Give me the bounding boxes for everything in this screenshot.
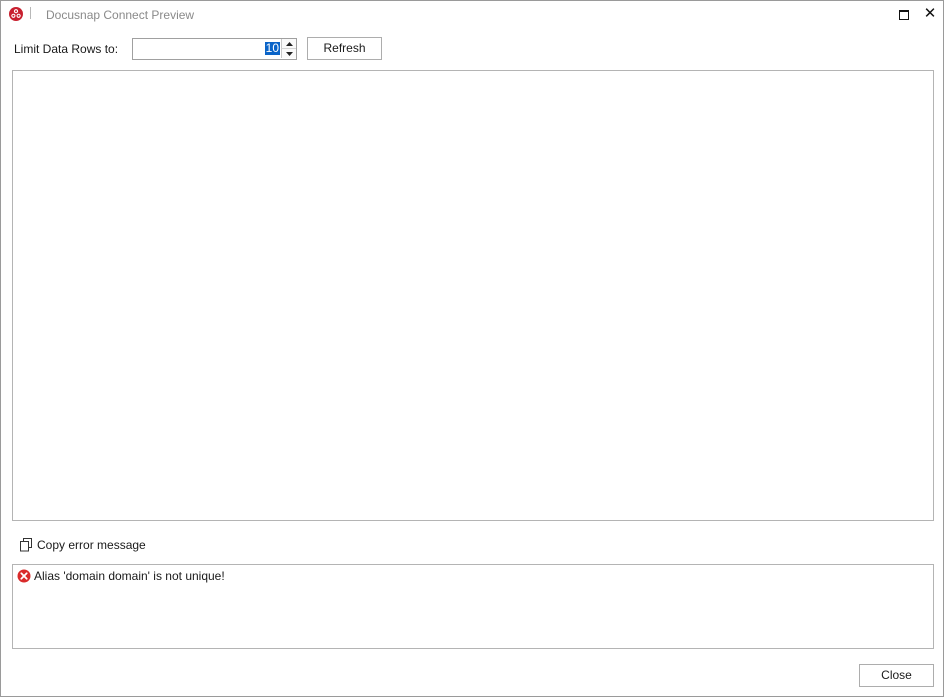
- maximize-icon: [899, 10, 909, 20]
- preview-window: Docusnap Connect Preview ✕ Limit Data Ro…: [0, 0, 944, 697]
- stepper-up-button[interactable]: [281, 39, 296, 49]
- limit-rows-label: Limit Data Rows to:: [14, 42, 119, 56]
- title-bar: Docusnap Connect Preview ✕: [1, 1, 943, 29]
- stepper-down-button[interactable]: [281, 49, 296, 58]
- copy-icon: [19, 538, 33, 552]
- error-icon: [17, 569, 31, 583]
- close-window-button[interactable]: ✕: [921, 5, 939, 23]
- copy-error-label: Copy error message: [37, 538, 146, 552]
- refresh-button[interactable]: Refresh: [307, 37, 382, 60]
- maximize-button[interactable]: [896, 7, 912, 23]
- arrow-down-icon: [285, 51, 293, 56]
- arrow-up-icon: [285, 41, 293, 46]
- close-button[interactable]: Close: [859, 664, 934, 687]
- limit-rows-value[interactable]: 10: [264, 42, 280, 55]
- error-message-panel: Alias 'domain domain' is not unique!: [12, 564, 934, 649]
- error-message-row: Alias 'domain domain' is not unique!: [17, 569, 225, 583]
- window-title: Docusnap Connect Preview: [46, 8, 195, 22]
- docusnap-logo-icon: [8, 6, 24, 22]
- limit-rows-stepper[interactable]: 10: [132, 38, 297, 60]
- data-preview-grid[interactable]: [12, 70, 934, 521]
- close-icon: ✕: [923, 5, 937, 22]
- copy-error-button[interactable]: Copy error message: [19, 537, 146, 553]
- error-message-text: Alias 'domain domain' is not unique!: [34, 569, 225, 583]
- title-separator: [30, 7, 31, 19]
